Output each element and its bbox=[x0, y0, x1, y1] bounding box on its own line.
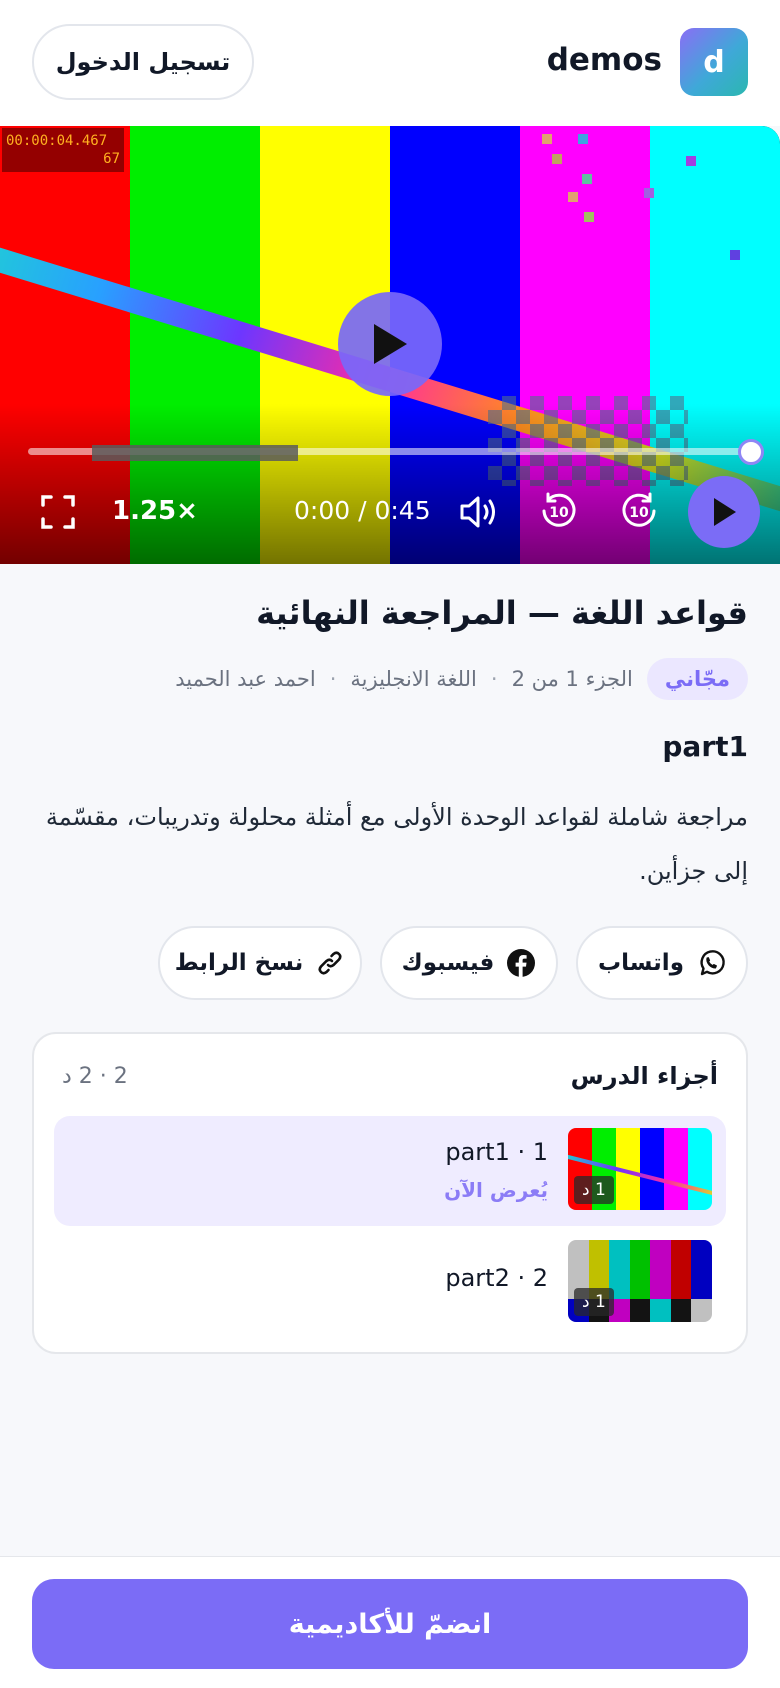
center-play-button[interactable] bbox=[338, 292, 442, 396]
brand-name[interactable]: demos bbox=[547, 42, 662, 78]
teacher-link[interactable]: احمد عبد الحميد bbox=[175, 667, 316, 691]
lesson-title: قواعد اللغة — المراجعة النهائية bbox=[256, 594, 748, 632]
part-item[interactable]: 1 د part1 · 1 يُعرض الآن bbox=[54, 1116, 726, 1226]
bottom-bar: انضمّ للأكاديمية bbox=[0, 1556, 780, 1688]
video-frame-number: 67 bbox=[103, 151, 120, 167]
video-dot bbox=[582, 174, 592, 184]
lesson-description: مراجعة شاملة لقواعد الوحدة الأولى مع أمث… bbox=[45, 803, 748, 885]
subject-link[interactable]: اللغة الانجليزية bbox=[350, 667, 476, 691]
whatsapp-icon bbox=[700, 950, 725, 976]
controls-shade bbox=[0, 404, 780, 564]
facebook-share-button[interactable]: فيسبوك bbox=[380, 926, 558, 1000]
share-buttons: واتساب فيسبوك نسخ الرابط bbox=[158, 926, 748, 1000]
video-dot bbox=[542, 134, 552, 144]
playback-speed-button[interactable]: 1.25× bbox=[112, 496, 198, 526]
part-name: part2 · 2 bbox=[445, 1264, 548, 1292]
fullscreen-icon[interactable] bbox=[40, 494, 76, 530]
copy-link-button[interactable]: نسخ الرابط bbox=[158, 926, 362, 1000]
parts-title: أجزاء الدرس bbox=[570, 1062, 718, 1090]
forward-seconds: 10 bbox=[629, 505, 649, 521]
meta-separator: · bbox=[329, 667, 337, 691]
rewind-10-icon[interactable]: 10 bbox=[538, 490, 580, 532]
progress-preview bbox=[92, 445, 298, 461]
meta-separator: · bbox=[490, 667, 498, 691]
login-button[interactable]: تسجيل الدخول bbox=[32, 24, 254, 100]
site-logo[interactable]: d bbox=[680, 28, 748, 96]
top-header: d demos تسجيل الدخول bbox=[0, 0, 780, 126]
copy-link-label: نسخ الرابط bbox=[174, 950, 304, 976]
free-badge: مجّاني bbox=[646, 658, 748, 700]
whatsapp-share-button[interactable]: واتساب bbox=[576, 926, 748, 1000]
part-heading: part1 bbox=[662, 730, 748, 763]
video-dot bbox=[568, 192, 578, 202]
link-icon bbox=[318, 951, 342, 975]
volume-icon[interactable] bbox=[458, 492, 500, 532]
video-dot bbox=[730, 250, 740, 260]
lesson-meta: مجّاني الجزء 1 من 2 · اللغة الانجليزية ·… bbox=[175, 658, 748, 700]
video-dot bbox=[644, 188, 654, 198]
play-button[interactable] bbox=[688, 476, 760, 548]
time-display: 0:00 / 0:45 bbox=[294, 496, 431, 525]
part-name: part1 · 1 bbox=[445, 1138, 548, 1166]
video-dot bbox=[578, 134, 588, 144]
now-playing-label: يُعرض الآن bbox=[444, 1178, 548, 1202]
part-duration: 1 د bbox=[574, 1288, 614, 1316]
video-player[interactable]: 00:00:04.467 67 1.25× 0:00 / 0:45 10 10 bbox=[0, 126, 780, 564]
part-duration: 1 د bbox=[574, 1176, 614, 1204]
facebook-icon bbox=[507, 949, 536, 977]
video-dot bbox=[686, 156, 696, 166]
progress-knob[interactable] bbox=[738, 439, 764, 465]
part-item[interactable]: 1 د part2 · 2 bbox=[54, 1228, 726, 1338]
facebook-label: فيسبوك bbox=[401, 950, 495, 976]
part-thumbnail: 1 د bbox=[568, 1128, 712, 1210]
lesson-parts-card: أجزاء الدرس 2 · 2 د 1 د part1 · 1 يُعرض … bbox=[32, 1032, 748, 1354]
part-info: الجزء 1 من 2 bbox=[511, 667, 633, 691]
video-dot bbox=[584, 212, 594, 222]
forward-10-icon[interactable]: 10 bbox=[618, 490, 660, 532]
part-thumbnail: 1 د bbox=[568, 1240, 712, 1322]
rewind-seconds: 10 bbox=[549, 505, 569, 521]
video-timecode: 00:00:04.467 bbox=[6, 133, 108, 149]
play-icon bbox=[714, 498, 736, 526]
video-timecode-overlay: 00:00:04.467 67 bbox=[2, 128, 124, 172]
whatsapp-label: واتساب bbox=[598, 950, 684, 976]
play-icon bbox=[374, 324, 407, 364]
logo-letter: d bbox=[703, 44, 725, 80]
parts-count: 2 · 2 د bbox=[62, 1064, 128, 1089]
join-academy-button[interactable]: انضمّ للأكاديمية bbox=[32, 1579, 748, 1669]
video-dot bbox=[552, 154, 562, 164]
